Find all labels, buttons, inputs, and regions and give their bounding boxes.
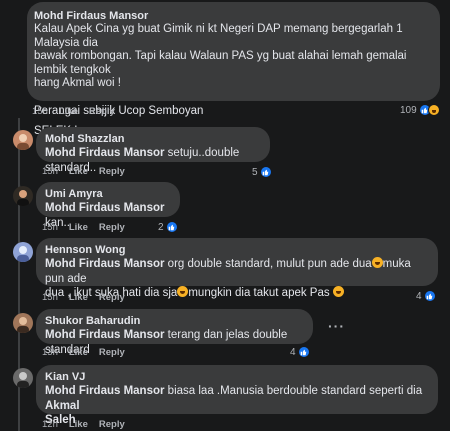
avatar[interactable] — [13, 368, 33, 388]
reply-actions: 15h Like Reply — [42, 292, 136, 303]
reply-bubble: Mohd Shazzlan Mohd Firdaus Mansor setuju… — [36, 127, 270, 174]
reply-button[interactable]: Reply — [99, 419, 125, 430]
mention-link[interactable]: Mohd Firdaus Mansor — [45, 147, 164, 159]
reply-author[interactable]: Kian VJ — [45, 370, 429, 384]
laughing-emoji-icon — [371, 257, 383, 268]
timestamp[interactable]: 12h — [42, 419, 58, 430]
reply-author[interactable]: Hennson Wong — [45, 243, 429, 257]
like-icon — [423, 290, 436, 302]
reply-button[interactable]: Reply — [99, 292, 125, 303]
reply-author[interactable]: Mohd Shazzlan — [45, 132, 261, 146]
reaction-summary[interactable]: 109 — [400, 104, 440, 116]
timestamp[interactable]: 15h — [42, 292, 58, 303]
like-icon — [165, 221, 178, 233]
reply-bubble: Umi Amyra Mohd Firdaus Mansor kan.. — [36, 182, 180, 229]
mention-link[interactable]: Mohd Firdaus Mansor — [45, 329, 164, 341]
mention-link[interactable]: Akmal — [45, 400, 80, 412]
reply-actions: 12h Like Reply — [42, 419, 136, 430]
reply-button[interactable]: Reply — [89, 106, 115, 117]
like-button[interactable]: Like — [59, 106, 78, 117]
reply-bubble: Hennson Wong Mohd Firdaus Mansor org dou… — [36, 238, 438, 299]
reply-author[interactable]: Shukor Baharudin — [45, 314, 304, 328]
timestamp[interactable]: 15h — [42, 166, 58, 177]
reply-bubble: Shukor Baharudin Mohd Firdaus Mansor ter… — [36, 309, 313, 356]
like-button[interactable]: Like — [69, 419, 88, 430]
like-icon — [259, 166, 272, 178]
avatar[interactable] — [13, 242, 33, 262]
reply-bubble: Kian VJ Mohd Firdaus Mansor biasa laa .M… — [36, 365, 438, 426]
like-icon — [297, 346, 310, 358]
reply-actions: 13h Like Reply — [42, 347, 136, 358]
avatar[interactable] — [13, 130, 33, 150]
laughing-emoji-icon — [332, 286, 344, 297]
mention-link[interactable]: Mohd Firdaus Mansor — [45, 258, 164, 270]
avatar[interactable] — [13, 186, 33, 206]
mention-link[interactable]: Mohd Firdaus Mansor — [45, 202, 164, 214]
timestamp[interactable]: 15h — [32, 106, 48, 117]
comment-text: Kalau Apek Cina yg buat Gimik ni kt Nege… — [34, 23, 407, 137]
haha-icon — [427, 104, 440, 116]
timestamp[interactable]: 15h — [42, 222, 58, 233]
reaction-summary[interactable]: 4 — [416, 290, 436, 302]
reply-button[interactable]: Reply — [99, 222, 125, 233]
reply-author[interactable]: Umi Amyra — [45, 187, 171, 201]
comment-actions: 15h Like Reply — [32, 106, 126, 117]
reply-button[interactable]: Reply — [99, 347, 125, 358]
like-button[interactable]: Like — [69, 292, 88, 303]
comment-author[interactable]: Mohd Firdaus Mansor — [34, 9, 432, 23]
like-button[interactable]: Like — [69, 222, 88, 233]
mention-link[interactable]: Mohd Firdaus Mansor — [45, 385, 164, 397]
reply-actions: 15h Like Reply — [42, 222, 136, 233]
reaction-summary[interactable]: 2 — [158, 221, 178, 233]
timestamp[interactable]: 13h — [42, 347, 58, 358]
top-comment-bubble: Mohd Firdaus Mansor Kalau Apek Cina yg b… — [27, 2, 440, 137]
reaction-summary[interactable]: 5 — [252, 166, 272, 178]
more-dots-icon[interactable]: ··· — [328, 318, 345, 334]
avatar[interactable] — [13, 313, 33, 333]
like-button[interactable]: Like — [69, 166, 88, 177]
reply-actions: 15h Like Reply — [42, 166, 136, 177]
laughing-emoji-icon — [177, 286, 189, 297]
reaction-summary[interactable]: 4 — [290, 346, 310, 358]
like-button[interactable]: Like — [69, 347, 88, 358]
reply-button[interactable]: Reply — [99, 166, 125, 177]
